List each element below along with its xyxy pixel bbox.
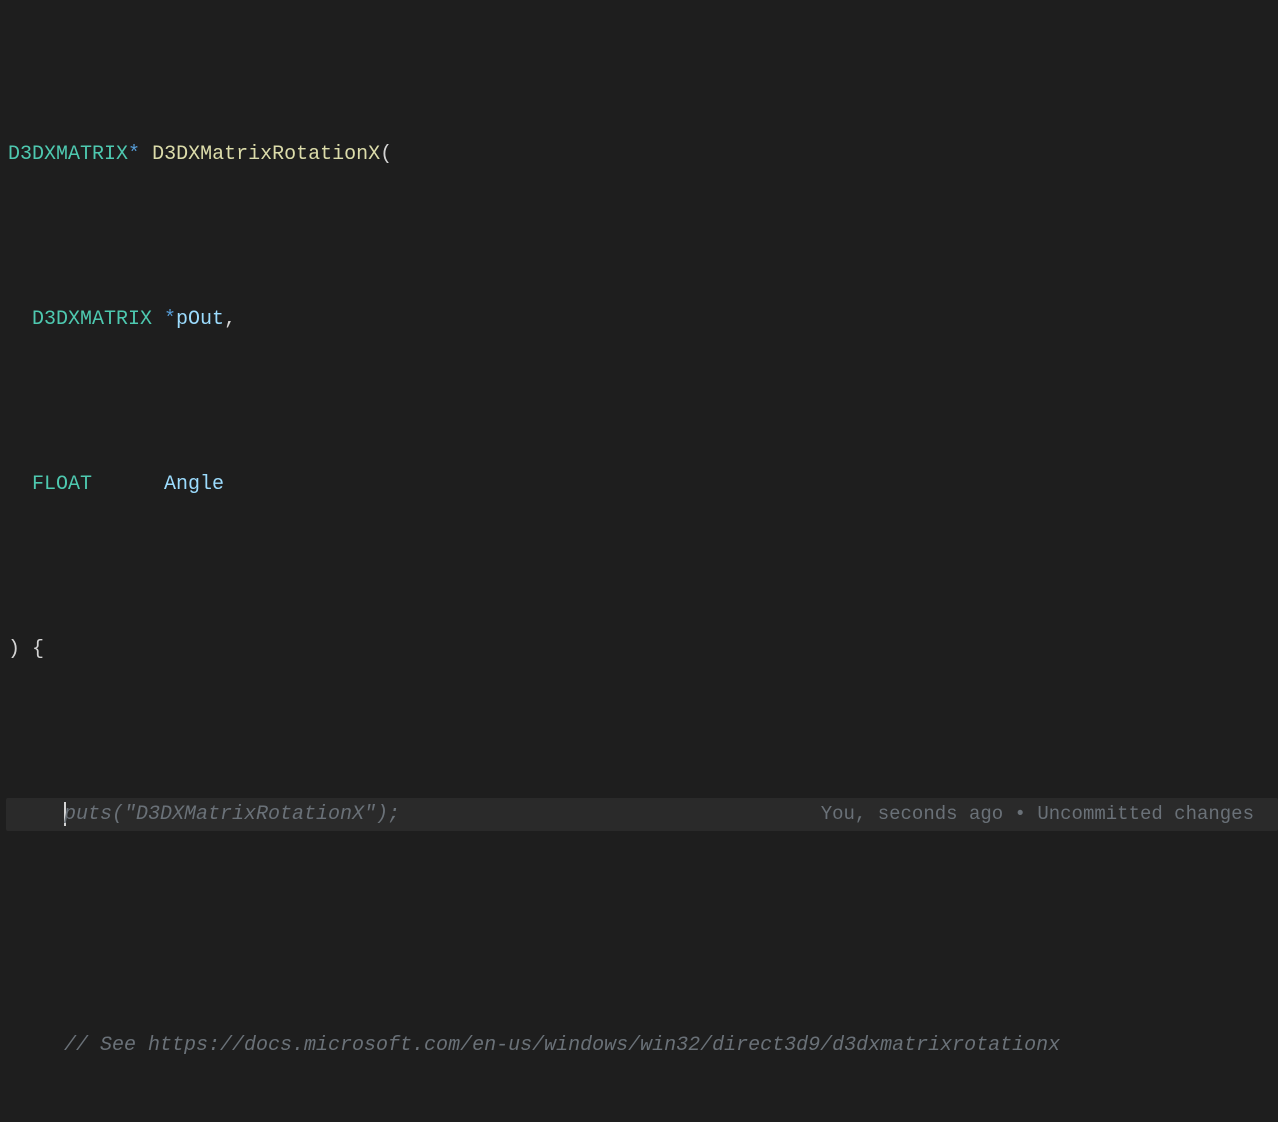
- close-paren-brace: ) {: [8, 638, 44, 661]
- comma: ,: [224, 308, 236, 331]
- code-line[interactable]: D3DXMATRIX* D3DXMatrixRotationX(: [8, 138, 1278, 171]
- pointer-star: *: [128, 143, 140, 166]
- open-paren: (: [380, 143, 392, 166]
- code-line[interactable]: // See https://docs.microsoft.com/en-us/…: [8, 1029, 1278, 1062]
- pointer-star: *: [164, 308, 176, 331]
- param-type: D3DXMATRIX: [32, 308, 164, 331]
- param-name: Angle: [164, 473, 224, 496]
- git-blame-annotation: You, seconds ago • Uncommitted changes: [821, 798, 1278, 831]
- ghost-suggestion: puts("D3DXMatrixRotationX");: [64, 803, 400, 826]
- code-line[interactable]: ) {: [8, 633, 1278, 666]
- code-editor[interactable]: D3DXMATRIX* D3DXMatrixRotationX( D3DXMAT…: [0, 0, 1278, 1122]
- param-type: FLOAT: [32, 473, 164, 496]
- param-name: pOut: [176, 308, 224, 331]
- code-line[interactable]: D3DXMATRIX *pOut,: [8, 303, 1278, 336]
- function-name: D3DXMatrixRotationX: [152, 143, 380, 166]
- current-line[interactable]: puts("D3DXMatrixRotationX"); You, second…: [6, 798, 1278, 831]
- code-line[interactable]: FLOAT Angle: [8, 468, 1278, 501]
- return-type: D3DXMATRIX: [8, 143, 128, 166]
